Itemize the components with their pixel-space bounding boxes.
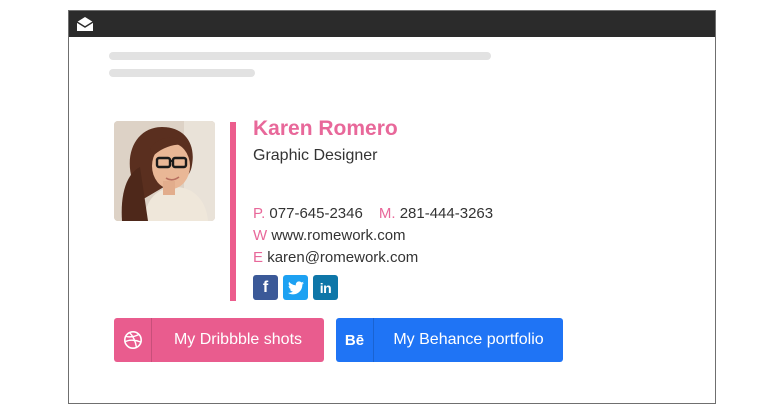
mobile-number: 281-444-3263 <box>399 205 494 222</box>
window-titlebar <box>69 11 715 37</box>
website-link[interactable]: www.romework.com <box>271 227 405 244</box>
social-links: f in <box>253 275 338 300</box>
email-link[interactable]: karen@romework.com <box>267 249 418 266</box>
placeholder-line <box>109 69 255 77</box>
accent-divider <box>230 122 236 301</box>
behance-button-label: My Behance portfolio <box>393 331 544 348</box>
phone-number: 077-645-2346 <box>269 205 363 222</box>
facebook-icon[interactable]: f <box>253 275 278 300</box>
linkedin-glyph: in <box>319 279 332 296</box>
signature-name: Karen Romero <box>253 117 398 140</box>
mobile-label: M. <box>378 205 396 222</box>
dribbble-button-label: My Dribbble shots <box>173 331 303 348</box>
dribbble-icon <box>114 318 152 362</box>
signature-job-title: Graphic Designer <box>253 147 378 164</box>
email-window: Karen Romero Graphic Designer P. 077-645… <box>68 10 716 404</box>
envelope-icon <box>76 17 94 31</box>
behance-icon: Bē <box>336 318 374 362</box>
behance-glyph: Bē <box>344 331 365 349</box>
dribbble-button[interactable]: My Dribbble shots <box>114 318 324 362</box>
profile-photo <box>114 121 215 221</box>
facebook-glyph: f <box>262 278 269 296</box>
linkedin-icon[interactable]: in <box>313 275 338 300</box>
website-line: W www.romework.com <box>253 227 406 244</box>
phone-label: P. <box>253 205 266 222</box>
phone-line: P. 077-645-2346 M. 281-444-3263 <box>253 205 493 222</box>
email-line: E karen@romework.com <box>253 249 418 266</box>
placeholder-line <box>109 52 491 60</box>
behance-button[interactable]: Bē My Behance portfolio <box>336 318 563 362</box>
email-label: E <box>253 249 264 266</box>
website-label: W <box>253 227 268 244</box>
twitter-bird-icon <box>287 280 304 294</box>
twitter-icon[interactable] <box>283 275 308 300</box>
